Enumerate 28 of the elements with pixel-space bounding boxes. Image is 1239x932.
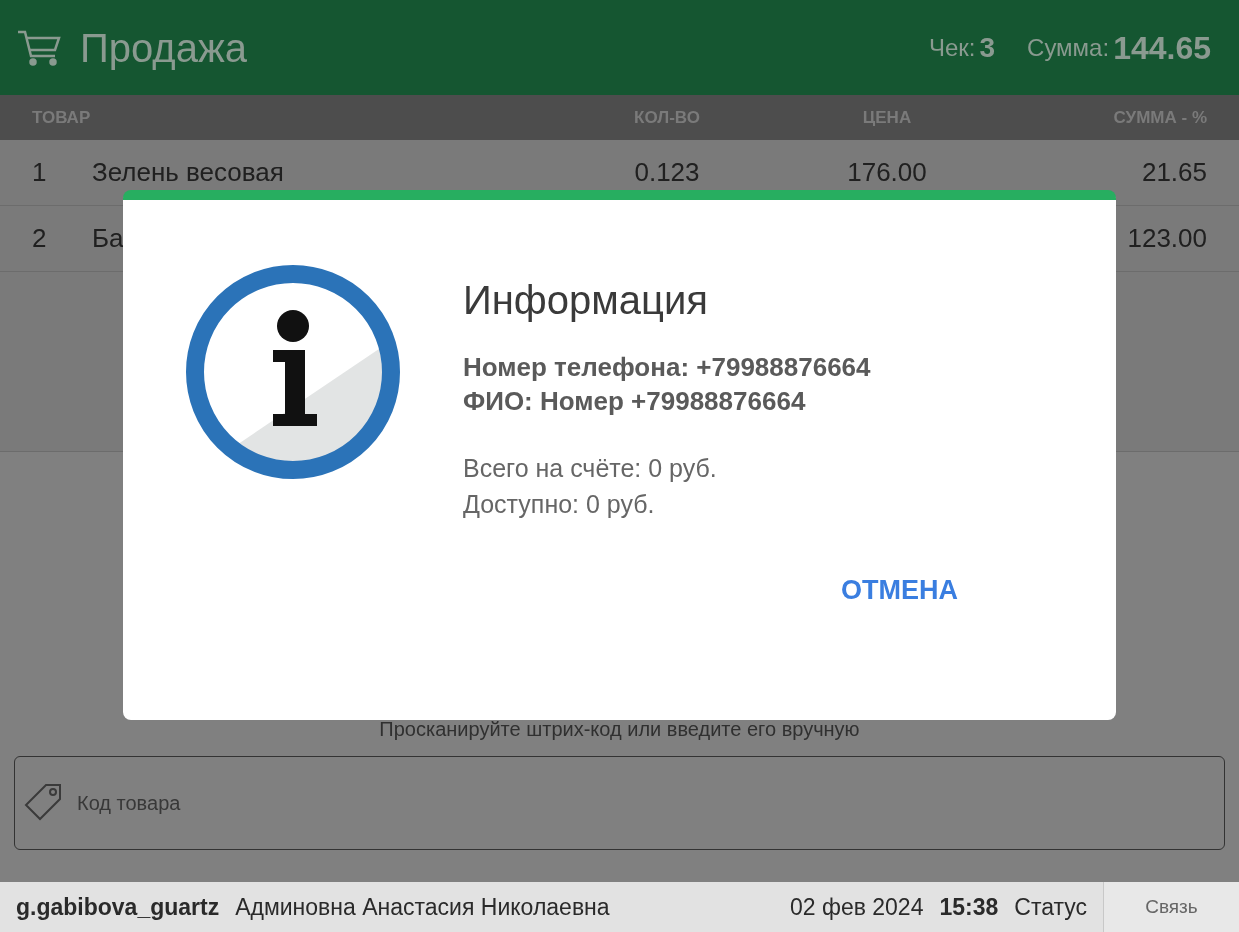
- receipt-number: 3: [979, 30, 996, 65]
- total-label: Сумма:: [1027, 32, 1110, 63]
- cancel-button[interactable]: ОТМЕНА: [833, 562, 966, 619]
- table-cell: 0.123: [634, 157, 700, 187]
- table-cell-text: Зелень весовая: [92, 156, 285, 189]
- table-cell: 21.65: [1141, 157, 1207, 187]
- table-cell-text: 2: [32, 222, 48, 255]
- connection-button[interactable]: Связь: [1103, 882, 1239, 932]
- info-icon: [185, 264, 401, 480]
- login-name: g.gabibova_guartz: [15, 892, 220, 922]
- user-name: Админовна Анастасия Николаевна: [235, 892, 610, 922]
- balance-line: Доступно: 0 руб.: [463, 489, 656, 520]
- table-cell: 123.00: [1127, 223, 1207, 253]
- scan-hint: Просканируйте штрих-код или введите его вручную: [378, 717, 861, 742]
- page-title: Продажа: [80, 24, 247, 72]
- status-text: Статус: [1014, 892, 1087, 922]
- dialog-title: Информация: [463, 277, 709, 324]
- table-cell-text: Ба: [92, 222, 125, 255]
- balance-line: Всего на счёте: 0 руб.: [463, 453, 718, 484]
- code-field[interactable]: Код товара: [14, 756, 1225, 850]
- time-text: 15:38: [939, 892, 999, 922]
- total-value: 144.65: [1113, 28, 1211, 68]
- date-text: 02 фев 2024: [790, 892, 924, 922]
- table-cell: 176.00: [847, 157, 927, 187]
- contact-detail: ФИО: Номер +79988876664: [463, 385, 807, 418]
- contact-detail: Номер телефона: +79988876664: [463, 351, 872, 384]
- receipt-label: Чек:: [928, 32, 976, 63]
- table-cell-text: 1: [32, 156, 48, 189]
